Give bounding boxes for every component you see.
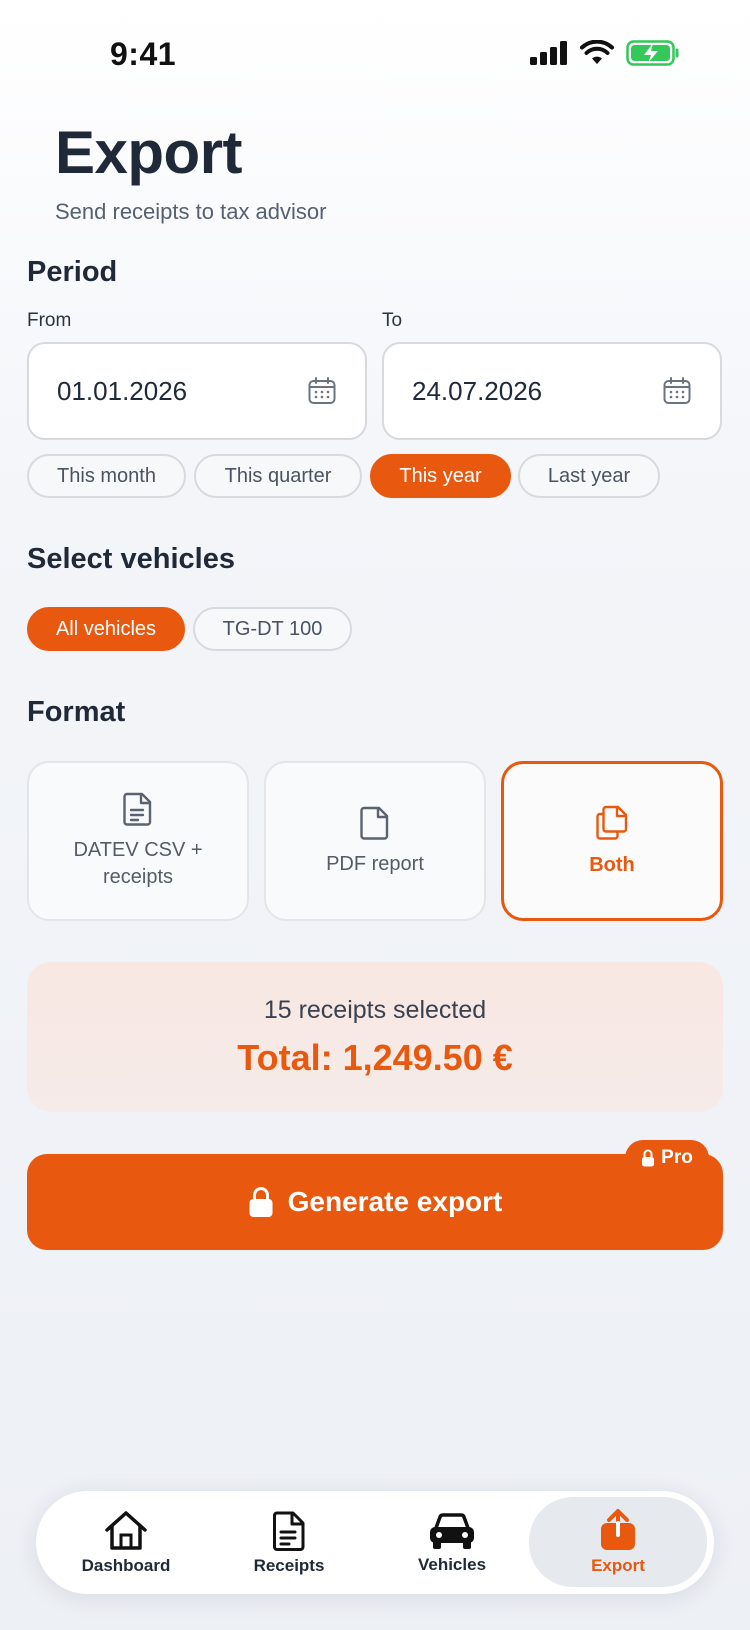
to-date-field[interactable]: 24.07.2026 [382, 342, 722, 440]
format-datev-label: DATEV CSV + receipts [73, 839, 203, 888]
format-both-label: Both [589, 853, 635, 876]
preset-last-year[interactable]: Last year [518, 454, 660, 498]
preset-this-month[interactable]: This month [27, 454, 186, 498]
generate-export-button[interactable]: Generate export [27, 1154, 723, 1250]
format-both[interactable]: Both [501, 761, 723, 921]
pro-badge: Pro [625, 1140, 709, 1176]
tab-export[interactable]: Export [529, 1497, 707, 1587]
page-header: Export Send receipts to tax advisor [55, 118, 326, 225]
pro-badge-label: Pro [661, 1147, 693, 1168]
lock-icon [249, 1187, 273, 1217]
generate-export-label: Generate export [287, 1186, 503, 1217]
tab-export-label: Export [591, 1556, 645, 1575]
from-label: From [27, 310, 72, 331]
to-date-value: 24.07.2026 [412, 375, 543, 406]
preset-this-year[interactable]: This year [370, 454, 511, 498]
document-lines-icon [123, 792, 152, 826]
status-bar: 9:41 [0, 0, 750, 110]
tab-dashboard[interactable]: Dashboard [46, 1491, 206, 1594]
tab-dashboard-label: Dashboard [81, 1555, 171, 1575]
car-icon [430, 1512, 474, 1549]
vehicles-title: Select vehicles [27, 543, 235, 575]
bottom-tab-bar: Dashboard Receipts Vehicles Export [36, 1491, 714, 1594]
calendar-icon[interactable] [307, 376, 337, 406]
signal-icon [530, 41, 567, 65]
calendar-icon[interactable] [662, 376, 692, 406]
receipts-total: Total: 1,249.50 € [237, 1037, 513, 1078]
format-title: Format [27, 696, 126, 728]
page-subtitle: Send receipts to tax advisor [55, 199, 327, 224]
to-label: To [382, 310, 403, 331]
vehicle-all[interactable]: All vehicles [27, 607, 185, 651]
from-date-value: 01.01.2026 [57, 375, 188, 406]
tab-vehicles-label: Vehicles [417, 1554, 487, 1574]
format-pdf-label: PDF report [326, 852, 424, 875]
receipts-count: 15 receipts selected [263, 996, 487, 1024]
document-icon [273, 1511, 305, 1551]
tab-receipts[interactable]: Receipts [209, 1491, 369, 1594]
document-icon [360, 806, 389, 840]
format-pdf-report[interactable]: PDF report [264, 761, 486, 921]
export-icon [601, 1509, 635, 1550]
lock-icon [642, 1149, 655, 1167]
tab-vehicles[interactable]: Vehicles [372, 1491, 532, 1594]
home-icon [105, 1510, 147, 1550]
page-title: Export [55, 119, 243, 186]
documents-icon [596, 805, 628, 840]
status-icons [530, 40, 680, 66]
wifi-icon [580, 40, 614, 64]
tab-receipts-label: Receipts [253, 1555, 325, 1575]
vehicle-tg-dt-100[interactable]: TG-DT 100 [193, 607, 352, 651]
export-summary: 15 receipts selected Total: 1,249.50 € [27, 962, 723, 1112]
battery-charging-icon [626, 40, 679, 66]
preset-this-quarter[interactable]: This quarter [194, 454, 362, 498]
format-datev-csv[interactable]: DATEV CSV + receipts [27, 761, 249, 921]
from-date-field[interactable]: 01.01.2026 [27, 342, 367, 440]
status-time: 9:41 [110, 36, 177, 72]
period-title: Period [27, 256, 118, 288]
